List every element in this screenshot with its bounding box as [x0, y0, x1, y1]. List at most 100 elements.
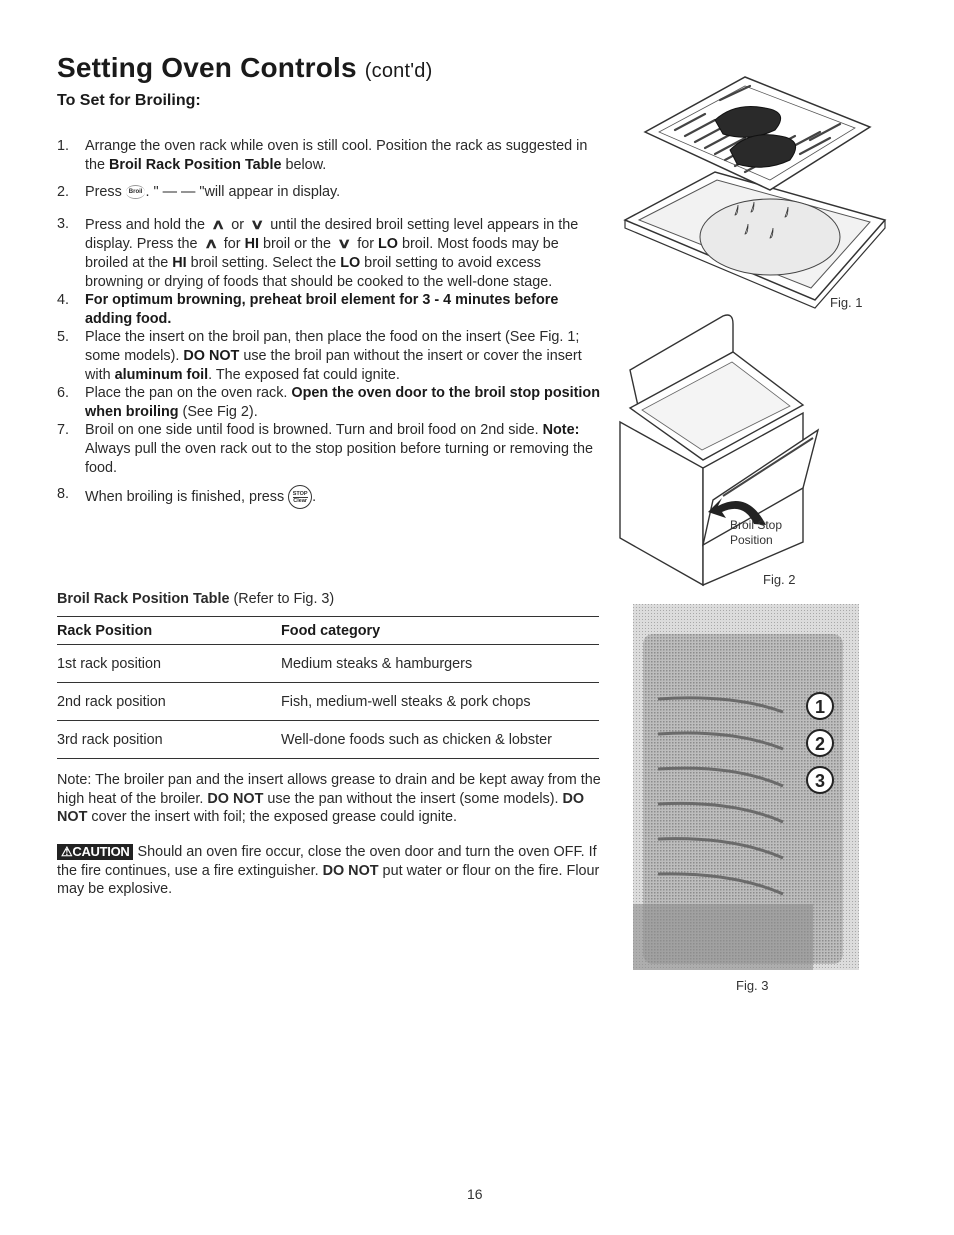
step-number: 6. — [57, 385, 70, 402]
page-title-suffix: (cont'd) — [364, 60, 433, 82]
text: cover the insert with foil; the exposed … — [87, 809, 457, 826]
caution-badge-text: CAUTION — [72, 844, 130, 859]
step-text: Arrange the oven rack while oven is stil… — [85, 138, 587, 173]
fig2-label: Fig. 2 — [763, 572, 796, 587]
fig3-oven-interior-photo: 1 2 3 — [633, 604, 859, 970]
rack-position-cell: 3rd rack position — [57, 720, 281, 759]
rack-marker-3-label: 3 — [815, 771, 825, 791]
caution-badge: ⚠CAUTION — [57, 844, 134, 860]
broil-button-icon: Broil — [125, 185, 146, 200]
fig3-label: Fig. 3 — [736, 978, 769, 993]
table-caption: Broil Rack Position Table (Refer to Fig.… — [57, 591, 334, 607]
step-item: 7. Broil on one side until food is browne… — [57, 421, 602, 477]
text: broil setting. Select the — [186, 254, 341, 271]
step-number: 8. — [57, 486, 70, 503]
step-number: 2. — [57, 184, 70, 201]
rack-marker-1: 1 — [806, 692, 834, 720]
section-title: To Set for Broiling: — [57, 92, 201, 109]
text: Press and hold the — [85, 216, 209, 233]
bold-text: aluminum foil — [114, 366, 209, 383]
page-title: Setting Oven Controls (cont'd) — [57, 52, 432, 84]
text: Place the pan on the oven rack. — [85, 385, 292, 402]
food-category-cell: Fish, medium-well steaks & pork chops — [281, 682, 599, 721]
text: (See Fig 2). — [178, 403, 258, 420]
bold-text: DO NOT — [322, 862, 379, 879]
bold-text: DO NOT — [207, 790, 264, 807]
rack-marker-2-label: 2 — [815, 734, 825, 754]
stop-clear-button-icon: STOP Clear — [288, 485, 313, 510]
fig1-label: Fig. 1 — [830, 295, 863, 310]
text: for — [353, 236, 379, 253]
step-number: 3. — [57, 215, 70, 232]
bold-text: Note: — [542, 422, 580, 439]
step-item: 6. Place the pan on the oven rack. Open t… — [57, 384, 602, 421]
rack-position-cell: 1st rack position — [57, 644, 281, 683]
step-number: 4. — [57, 292, 70, 309]
page-title-text: Setting Oven Controls — [57, 52, 357, 83]
table-caption-rest: (Refer to Fig. 3) — [229, 591, 335, 607]
fig2-callout-line2: Position — [730, 533, 773, 547]
text: or — [227, 216, 249, 233]
food-category-cell: Well-done foods such as chicken & lobste… — [281, 720, 599, 759]
step-number: 1. — [57, 138, 70, 154]
step-item: 3. Press and hold the ∧ or ∨ until the de… — [57, 215, 602, 291]
header-food-category: Food category — [281, 616, 599, 645]
bold-text: HI — [244, 236, 259, 253]
step-text: Press and hold the ∧ or ∨ until the desi… — [85, 215, 578, 290]
text: Press — [85, 184, 126, 201]
fig2-callout-line1: Broil Stop — [730, 518, 782, 532]
rack-marker-1-label: 1 — [815, 697, 825, 717]
step-item: 5. Place the insert on the broil pan, the… — [57, 328, 602, 384]
table-caption-bold: Broil Rack Position Table — [57, 591, 230, 607]
table-row: 2nd rack position Fish, medium-well stea… — [57, 682, 599, 721]
step-text: Broil on one side until food is browned.… — [85, 422, 593, 475]
bold-text: For optimum browning, preheat broil elem… — [85, 292, 559, 327]
page-number: 16 — [467, 1186, 483, 1202]
step-text: Place the insert on the broil pan, then … — [85, 329, 582, 382]
down-arrow-icon: ∨ — [336, 235, 352, 252]
step-item: 8. When broiling is finished, press STOP C… — [57, 485, 602, 510]
step-number: 5. — [57, 329, 70, 346]
bold-text: LO — [378, 236, 398, 253]
broil-rack-table: Rack Position Food category 1st rack pos… — [57, 616, 599, 759]
bold-text: HI — [172, 254, 187, 271]
step-number: 7. — [57, 422, 70, 439]
text: for — [219, 236, 245, 253]
step-text: Press Broil. " — — "will appear in displ… — [85, 184, 340, 200]
text: When broiling is finished, press — [85, 488, 289, 505]
food-category-cell: Medium steaks & hamburgers — [281, 644, 599, 683]
bold-text: DO NOT — [183, 347, 240, 364]
bold-text: LO — [340, 254, 361, 271]
rack-position-markers: 1 2 3 — [806, 692, 834, 794]
header-rack-position: Rack Position — [57, 616, 281, 645]
step-text: Place the pan on the oven rack. Open the… — [85, 385, 600, 420]
step-item: 2. Press Broil. " — — "will appear in dis… — [57, 183, 602, 202]
text: . — [312, 488, 317, 505]
rack-position-cell: 2nd rack position — [57, 682, 281, 721]
caution-text: Should an oven fire occur, close the ove… — [57, 844, 599, 897]
step-text: When broiling is finished, press STOP Cle… — [85, 485, 317, 510]
fig2-range-illustration: Broil Stop Position Fig. 2 — [619, 314, 820, 587]
rack-marker-2: 2 — [806, 729, 834, 757]
fig1-broil-pan-illustration: Fig. 1 — [623, 76, 887, 310]
text: Always pull the oven rack out to the sto… — [85, 440, 593, 476]
rack-marker-3: 3 — [806, 766, 834, 794]
warning-triangle-icon: ⚠ — [61, 844, 73, 859]
caution-paragraph: ⚠CAUTION Should an oven fire occur, clos… — [57, 843, 602, 899]
table-row: 1st rack position Medium steaks & hambur… — [57, 644, 599, 683]
text: below. — [281, 156, 327, 173]
up-arrow-icon: ∧ — [203, 235, 218, 252]
down-arrow-icon: ∨ — [249, 215, 265, 232]
text: . " — — "will appear in display. — [145, 184, 341, 201]
step-item: 4. For optimum browning, preheat broil el… — [57, 291, 602, 328]
text: . The exposed fat could ignite. — [208, 366, 400, 383]
table-row: 3rd rack position Well-done foods such a… — [57, 720, 599, 759]
step-item: 1. Arrange the oven rack while oven is st… — [57, 137, 602, 174]
text: broil or the — [258, 236, 335, 253]
text: Broil on one side until food is browned.… — [85, 422, 543, 439]
text: use the pan without the insert (some mod… — [263, 790, 563, 807]
up-arrow-icon: ∧ — [210, 215, 226, 232]
bold-text: Broil Rack Position Table — [109, 156, 282, 173]
note-paragraph: Note: The broiler pan and the insert all… — [57, 771, 602, 827]
step-text: For optimum browning, preheat broil elem… — [85, 292, 558, 327]
